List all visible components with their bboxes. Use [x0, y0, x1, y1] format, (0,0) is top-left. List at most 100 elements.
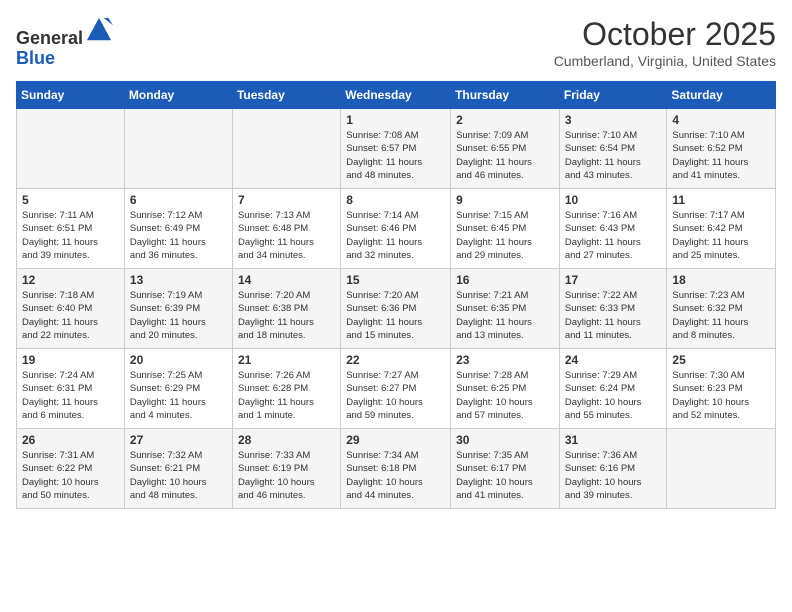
- day-number: 21: [238, 353, 335, 367]
- calendar-cell: 26 Sunrise: 7:31 AM Sunset: 6:22 PM Dayli…: [17, 429, 125, 509]
- day-info: Sunrise: 7:36 AM Sunset: 6:16 PM Dayligh…: [565, 449, 662, 502]
- day-info: Sunrise: 7:20 AM Sunset: 6:38 PM Dayligh…: [238, 289, 335, 342]
- day-number: 24: [565, 353, 662, 367]
- day-number: 31: [565, 433, 662, 447]
- day-number: 11: [672, 193, 770, 207]
- day-number: 6: [130, 193, 227, 207]
- day-number: 12: [22, 273, 119, 287]
- calendar-week-4: 19Sunrise: 7:24 AM Sunset: 6:31 PM Dayli…: [17, 349, 776, 429]
- day-number: 16: [456, 273, 554, 287]
- location-subtitle: Cumberland, Virginia, United States: [554, 53, 776, 69]
- day-info: Sunrise: 7:34 AM Sunset: 6:18 PM Dayligh…: [346, 449, 445, 502]
- day-info: Sunrise: 7:31 AM Sunset: 6:22 PM Dayligh…: [22, 449, 119, 502]
- calendar-cell: 14 Sunrise: 7:20 AM Sunset: 6:38 PM Dayli…: [232, 269, 340, 349]
- calendar-cell: 29 Sunrise: 7:34 AM Sunset: 6:18 PM Dayli…: [341, 429, 451, 509]
- day-number: 29: [346, 433, 445, 447]
- day-number: 27: [130, 433, 227, 447]
- calendar-cell: 13Sunrise: 7:19 AM Sunset: 6:39 PM Dayli…: [124, 269, 232, 349]
- day-number: 3: [565, 113, 662, 127]
- logo-icon: [85, 16, 113, 44]
- day-number: 26: [22, 433, 119, 447]
- calendar-cell: 30 Sunrise: 7:35 AM Sunset: 6:17 PM Dayli…: [451, 429, 560, 509]
- calendar-cell: 3 Sunrise: 7:10 AM Sunset: 6:54 PM Daylig…: [559, 109, 667, 189]
- page-header: General Blue October 2025 Cumberland, Vi…: [16, 16, 776, 69]
- day-info: Sunrise: 7:30 AM Sunset: 6:23 PM Dayligh…: [672, 369, 770, 422]
- day-info: Sunrise: 7:27 AM Sunset: 6:27 PM Dayligh…: [346, 369, 445, 422]
- calendar-cell: 9Sunrise: 7:15 AM Sunset: 6:45 PM Daylig…: [451, 189, 560, 269]
- day-info: Sunrise: 7:13 AM Sunset: 6:48 PM Dayligh…: [238, 209, 335, 262]
- day-info: Sunrise: 7:11 AM Sunset: 6:51 PM Dayligh…: [22, 209, 119, 262]
- day-info: Sunrise: 7:16 AM Sunset: 6:43 PM Dayligh…: [565, 209, 662, 262]
- day-info: Sunrise: 7:29 AM Sunset: 6:24 PM Dayligh…: [565, 369, 662, 422]
- calendar-cell: [667, 429, 776, 509]
- day-number: 23: [456, 353, 554, 367]
- day-number: 8: [346, 193, 445, 207]
- column-header-friday: Friday: [559, 82, 667, 109]
- title-block: October 2025 Cumberland, Virginia, Unite…: [554, 16, 776, 69]
- day-number: 25: [672, 353, 770, 367]
- calendar-week-5: 26 Sunrise: 7:31 AM Sunset: 6:22 PM Dayli…: [17, 429, 776, 509]
- calendar-cell: 16 Sunrise: 7:21 AM Sunset: 6:35 PM Dayli…: [451, 269, 560, 349]
- day-info: Sunrise: 7:35 AM Sunset: 6:17 PM Dayligh…: [456, 449, 554, 502]
- calendar-cell: 21 Sunrise: 7:26 AM Sunset: 6:28 PM Dayli…: [232, 349, 340, 429]
- day-info: Sunrise: 7:26 AM Sunset: 6:28 PM Dayligh…: [238, 369, 335, 422]
- day-info: Sunrise: 7:08 AM Sunset: 6:57 PM Dayligh…: [346, 129, 445, 182]
- calendar-cell: 27 Sunrise: 7:32 AM Sunset: 6:21 PM Dayli…: [124, 429, 232, 509]
- day-info: Sunrise: 7:10 AM Sunset: 6:54 PM Dayligh…: [565, 129, 662, 182]
- calendar-cell: 24 Sunrise: 7:29 AM Sunset: 6:24 PM Dayli…: [559, 349, 667, 429]
- calendar-cell: 23Sunrise: 7:28 AM Sunset: 6:25 PM Dayli…: [451, 349, 560, 429]
- day-number: 20: [130, 353, 227, 367]
- day-number: 30: [456, 433, 554, 447]
- day-info: Sunrise: 7:09 AM Sunset: 6:55 PM Dayligh…: [456, 129, 554, 182]
- calendar-cell: [124, 109, 232, 189]
- day-info: Sunrise: 7:23 AM Sunset: 6:32 PM Dayligh…: [672, 289, 770, 342]
- day-info: Sunrise: 7:12 AM Sunset: 6:49 PM Dayligh…: [130, 209, 227, 262]
- calendar-cell: [232, 109, 340, 189]
- day-number: 10: [565, 193, 662, 207]
- calendar-cell: 4 Sunrise: 7:10 AM Sunset: 6:52 PM Daylig…: [667, 109, 776, 189]
- calendar-cell: 18Sunrise: 7:23 AM Sunset: 6:32 PM Dayli…: [667, 269, 776, 349]
- day-number: 9: [456, 193, 554, 207]
- calendar-week-2: 5Sunrise: 7:11 AM Sunset: 6:51 PM Daylig…: [17, 189, 776, 269]
- column-header-tuesday: Tuesday: [232, 82, 340, 109]
- day-info: Sunrise: 7:25 AM Sunset: 6:29 PM Dayligh…: [130, 369, 227, 422]
- day-number: 17: [565, 273, 662, 287]
- day-info: Sunrise: 7:10 AM Sunset: 6:52 PM Dayligh…: [672, 129, 770, 182]
- calendar-cell: [17, 109, 125, 189]
- column-header-wednesday: Wednesday: [341, 82, 451, 109]
- day-info: Sunrise: 7:18 AM Sunset: 6:40 PM Dayligh…: [22, 289, 119, 342]
- day-number: 14: [238, 273, 335, 287]
- calendar-cell: 1 Sunrise: 7:08 AM Sunset: 6:57 PM Daylig…: [341, 109, 451, 189]
- day-info: Sunrise: 7:21 AM Sunset: 6:35 PM Dayligh…: [456, 289, 554, 342]
- column-header-monday: Monday: [124, 82, 232, 109]
- day-number: 1: [346, 113, 445, 127]
- calendar-cell: 7 Sunrise: 7:13 AM Sunset: 6:48 PM Daylig…: [232, 189, 340, 269]
- calendar-cell: 8 Sunrise: 7:14 AM Sunset: 6:46 PM Daylig…: [341, 189, 451, 269]
- calendar-week-1: 1 Sunrise: 7:08 AM Sunset: 6:57 PM Daylig…: [17, 109, 776, 189]
- column-header-thursday: Thursday: [451, 82, 560, 109]
- calendar-cell: 11Sunrise: 7:17 AM Sunset: 6:42 PM Dayli…: [667, 189, 776, 269]
- month-title: October 2025: [554, 16, 776, 53]
- logo-general-text: General: [16, 28, 83, 48]
- day-number: 13: [130, 273, 227, 287]
- calendar-cell: 12 Sunrise: 7:18 AM Sunset: 6:40 PM Dayli…: [17, 269, 125, 349]
- day-info: Sunrise: 7:20 AM Sunset: 6:36 PM Dayligh…: [346, 289, 445, 342]
- day-info: Sunrise: 7:32 AM Sunset: 6:21 PM Dayligh…: [130, 449, 227, 502]
- calendar-cell: 19Sunrise: 7:24 AM Sunset: 6:31 PM Dayli…: [17, 349, 125, 429]
- calendar-cell: 17Sunrise: 7:22 AM Sunset: 6:33 PM Dayli…: [559, 269, 667, 349]
- calendar-cell: 10 Sunrise: 7:16 AM Sunset: 6:43 PM Dayli…: [559, 189, 667, 269]
- calendar-table: SundayMondayTuesdayWednesdayThursdayFrid…: [16, 81, 776, 509]
- day-number: 4: [672, 113, 770, 127]
- day-info: Sunrise: 7:14 AM Sunset: 6:46 PM Dayligh…: [346, 209, 445, 262]
- day-info: Sunrise: 7:24 AM Sunset: 6:31 PM Dayligh…: [22, 369, 119, 422]
- day-number: 15: [346, 273, 445, 287]
- column-header-saturday: Saturday: [667, 82, 776, 109]
- day-info: Sunrise: 7:33 AM Sunset: 6:19 PM Dayligh…: [238, 449, 335, 502]
- day-number: 7: [238, 193, 335, 207]
- day-number: 2: [456, 113, 554, 127]
- calendar-cell: 15 Sunrise: 7:20 AM Sunset: 6:36 PM Dayli…: [341, 269, 451, 349]
- calendar-cell: 2 Sunrise: 7:09 AM Sunset: 6:55 PM Daylig…: [451, 109, 560, 189]
- calendar-cell: 22Sunrise: 7:27 AM Sunset: 6:27 PM Dayli…: [341, 349, 451, 429]
- calendar-cell: 31 Sunrise: 7:36 AM Sunset: 6:16 PM Dayli…: [559, 429, 667, 509]
- column-header-sunday: Sunday: [17, 82, 125, 109]
